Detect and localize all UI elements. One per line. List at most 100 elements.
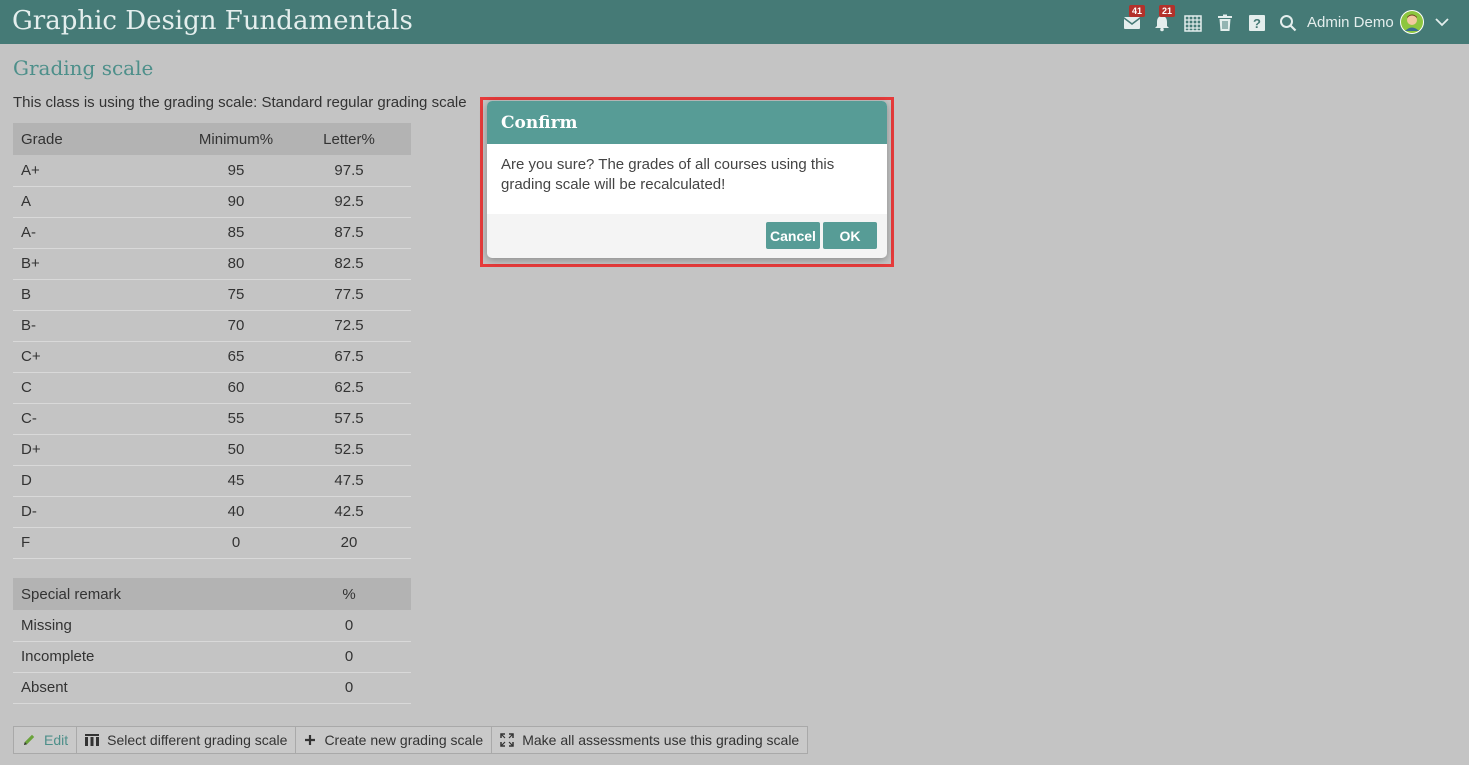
letter-cell: 57.5 [287,403,411,435]
make-all-assessments-use-scale-button[interactable]: Make all assessments use this grading sc… [492,727,807,753]
calendar-button[interactable] [1184,11,1204,33]
table-row: B- 70 72.5 [13,310,411,342]
avatar-image [1401,11,1423,33]
percent-cell: 0 [287,610,411,642]
chevron-down-icon[interactable] [1435,17,1449,27]
letter-cell: 52.5 [287,434,411,466]
special-remarks-table: Special remark % Missing 0 Incomplete 0 Abse… [13,578,411,704]
make-all-assessments-use-scale-label: Make all assessments use this grading sc… [522,732,800,748]
grade-cell: C+ [13,341,185,373]
grade-cell: D [13,465,185,497]
table-row: Missing 0 [13,610,411,642]
section-title: Grading scale [13,56,154,80]
letter-cell: 20 [287,527,411,559]
table-row: Incomplete 0 [13,641,411,673]
percent-cell: 0 [287,672,411,704]
table-row: D- 40 42.5 [13,496,411,528]
minimum-cell: 55 [185,403,287,435]
grade-cell: A+ [13,155,185,187]
pencil-icon [24,734,35,745]
user-name[interactable]: Admin Demo [1307,14,1394,31]
create-new-grading-scale-button[interactable]: Create new grading scale [296,727,493,753]
grade-cell: B [13,279,185,311]
edit-button[interactable]: Edit [14,727,78,753]
calendar-icon [1184,15,1202,32]
minimum-cell: 40 [185,496,287,528]
grade-cell: B+ [13,248,185,280]
avatar[interactable] [1400,10,1424,34]
percent-column-header: % [287,578,411,610]
remark-cell: Incomplete [13,641,287,673]
minimum-column-header: Minimum% [185,123,287,155]
grades-table-header: Grade Minimum% Letter% [13,123,411,155]
messages-badge: 41 [1129,5,1146,17]
letter-cell: 97.5 [287,155,411,187]
minimum-cell: 0 [185,527,287,559]
percent-cell: 0 [287,641,411,673]
remark-column-header: Special remark [13,578,287,610]
minimum-cell: 70 [185,310,287,342]
help-icon: ? [1249,15,1265,31]
grade-cell: A [13,186,185,218]
table-row: C- 55 57.5 [13,403,411,435]
notifications-button[interactable]: 21 [1153,5,1176,33]
help-button[interactable]: ? [1248,11,1268,33]
remark-cell: Missing [13,610,287,642]
grades-table: Grade Minimum% Letter% A+ 95 97.5 A 90 92.5 A-… [13,123,411,559]
letter-cell: 92.5 [287,186,411,218]
table-row: A 90 92.5 [13,186,411,218]
minimum-cell: 60 [185,372,287,404]
minimum-cell: 80 [185,248,287,280]
select-different-grading-scale-label: Select different grading scale [107,732,288,748]
expand-icon [500,733,514,747]
confirm-dialog-header: Confirm [487,101,887,144]
table-row: Absent 0 [13,672,411,704]
trash-icon [1218,14,1232,31]
confirm-dialog-message: Are you sure? The grades of all courses … [487,144,887,214]
table-row: F 0 20 [13,527,411,559]
messages-button[interactable]: 41 [1123,5,1146,33]
grading-scale-info: This class is using the grading scale: S… [13,94,467,111]
letter-cell: 82.5 [287,248,411,280]
grade-cell: D+ [13,434,185,466]
search-button[interactable] [1279,11,1299,33]
letter-cell: 47.5 [287,465,411,497]
svg-text:?: ? [1253,16,1261,31]
minimum-cell: 85 [185,217,287,249]
letter-cell: 87.5 [287,217,411,249]
confirm-dialog: Confirm Are you sure? The grades of all … [487,101,887,258]
letter-column-header: Letter% [287,123,411,155]
top-bar: Graphic Design Fundamentals 41 21 ? Admi… [0,0,1469,44]
minimum-cell: 45 [185,465,287,497]
letter-cell: 42.5 [287,496,411,528]
confirm-dialog-title: Confirm [501,112,578,133]
ok-button[interactable]: OK [823,222,877,249]
letter-cell: 77.5 [287,279,411,311]
grade-cell: D- [13,496,185,528]
table-row: A+ 95 97.5 [13,155,411,187]
app-title[interactable]: Graphic Design Fundamentals [12,6,413,36]
grade-cell: F [13,527,185,559]
remarks-table-header: Special remark % [13,578,411,610]
search-icon [1280,15,1297,32]
columns-icon [85,734,100,746]
remark-cell: Absent [13,672,287,704]
grade-cell: C [13,372,185,404]
table-row: D 45 47.5 [13,465,411,497]
grade-column-header: Grade [13,123,185,155]
trash-button[interactable] [1216,11,1236,33]
confirm-dialog-footer: Cancel OK [487,214,887,258]
table-row: A- 85 87.5 [13,217,411,249]
minimum-cell: 95 [185,155,287,187]
table-row: B+ 80 82.5 [13,248,411,280]
action-bar: Edit Select different grading scale Crea… [13,726,809,754]
grade-cell: C- [13,403,185,435]
table-row: C+ 65 67.5 [13,341,411,373]
select-different-grading-scale-button[interactable]: Select different grading scale [77,727,297,753]
table-row: B 75 77.5 [13,279,411,311]
letter-cell: 62.5 [287,372,411,404]
letter-cell: 67.5 [287,341,411,373]
notifications-badge: 21 [1159,5,1176,17]
cancel-button[interactable]: Cancel [766,222,820,249]
create-new-grading-scale-label: Create new grading scale [324,732,484,748]
